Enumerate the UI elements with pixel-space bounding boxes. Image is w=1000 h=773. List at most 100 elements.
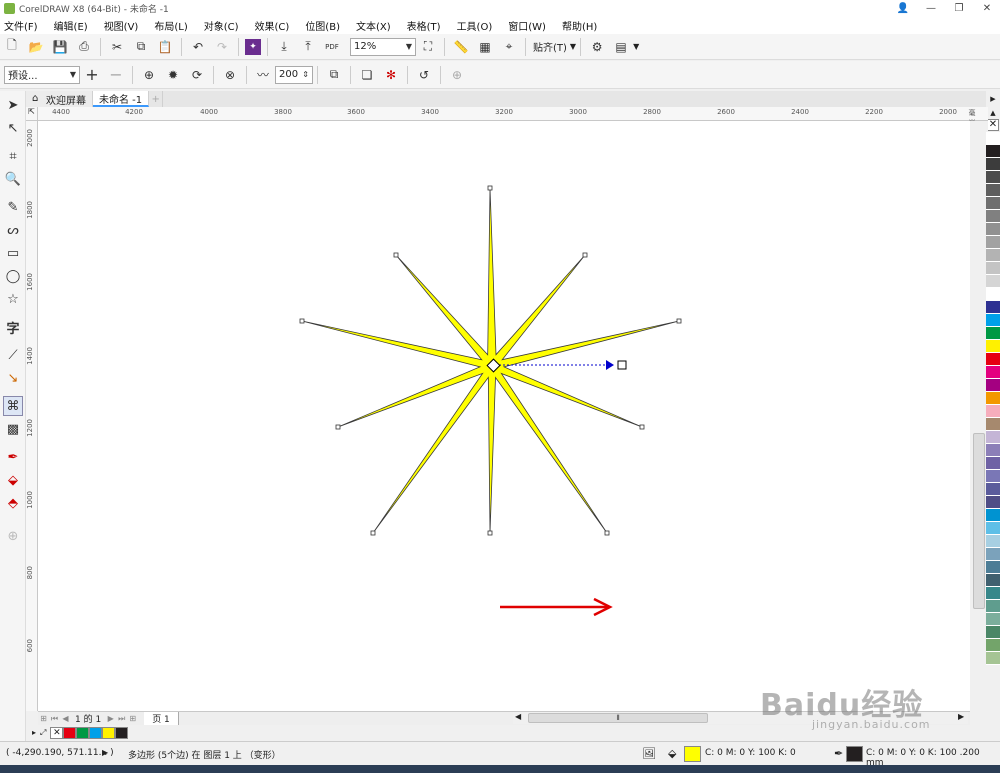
palette-swatch[interactable] [986, 626, 1000, 639]
node-handle[interactable] [299, 318, 305, 324]
palette-swatch[interactable] [986, 184, 1000, 197]
palette-swatch[interactable] [986, 197, 1000, 210]
node-handle[interactable] [370, 530, 376, 536]
eyedropper-icon[interactable]: ✒ [3, 447, 23, 467]
zoom-level-combo[interactable]: 12% ▼ [350, 37, 416, 56]
amplitude-spinner[interactable]: 200 ⇕ [275, 65, 313, 84]
palette-swatch[interactable] [986, 145, 1000, 158]
chevron-right-icon[interactable]: ▶ [102, 748, 108, 757]
document-palette-swatch[interactable] [115, 726, 129, 739]
palette-swatch[interactable] [986, 366, 1000, 379]
new-tab-button[interactable]: + [149, 91, 164, 107]
palette-swatch[interactable] [986, 509, 1000, 522]
palette-swatch[interactable] [986, 496, 1000, 509]
shape-tool-icon[interactable]: ↖ [3, 118, 23, 138]
crop-tool-icon[interactable]: ⌗ [3, 146, 23, 166]
star-tool-icon[interactable]: ☆ [3, 289, 23, 309]
quick-customize-icon[interactable]: ⊕ [447, 65, 467, 85]
paste-icon[interactable]: 📋 [155, 37, 175, 57]
palette-swatch[interactable] [986, 639, 1000, 652]
application-launcher-icon[interactable]: ▤ [611, 37, 631, 57]
drawing-canvas[interactable] [38, 121, 970, 711]
palette-swatch[interactable] [986, 353, 1000, 366]
horizontal-scroll-thumb[interactable]: ⦀ [528, 713, 708, 723]
palette-swatch[interactable] [986, 535, 1000, 548]
artistic-media-icon[interactable]: ᔕ [3, 220, 23, 240]
text-tool-icon[interactable]: 字 [3, 317, 23, 337]
palette-swatch[interactable] [986, 548, 1000, 561]
distort-tool-icon[interactable]: ⌘ [3, 396, 23, 416]
show-guidelines-icon[interactable]: ⌖ [499, 37, 519, 57]
publish-pdf-icon[interactable]: PDF [322, 37, 342, 57]
menu-help[interactable]: 帮助(H) [562, 18, 597, 33]
add-new-distortion-icon[interactable]: ⧉ [324, 65, 344, 85]
distortion-end-handle[interactable] [606, 360, 614, 370]
full-screen-icon[interactable]: ⛶ [418, 37, 438, 57]
palette-swatch[interactable] [986, 652, 1000, 665]
palette-swatch[interactable] [986, 236, 1000, 249]
node-handle[interactable] [676, 318, 682, 324]
palette-swatch[interactable] [986, 171, 1000, 184]
next-page-icon[interactable]: ▶ [105, 714, 116, 723]
restore-button[interactable]: ❐ [952, 2, 966, 14]
palette-swatch[interactable] [986, 301, 1000, 314]
zipper-distortion-icon[interactable]: ✹ [163, 65, 183, 85]
palette-swatch[interactable] [986, 379, 1000, 392]
pick-tool-icon[interactable]: ➤ [3, 95, 23, 115]
document-palette-swatch[interactable] [76, 726, 90, 739]
palette-swatch[interactable] [986, 444, 1000, 457]
zoom-tool-icon[interactable]: 🔍 [3, 169, 23, 189]
push-pull-distortion-icon[interactable]: ⊕ [139, 65, 159, 85]
palette-swatch[interactable] [986, 262, 1000, 275]
palette-swatch[interactable] [986, 457, 1000, 470]
cut-icon[interactable]: ✂ [107, 37, 127, 57]
open-folder-icon[interactable]: 📂 [26, 37, 46, 57]
vertical-scroll-thumb[interactable] [973, 433, 985, 609]
import-icon[interactable]: ⤓ [274, 37, 294, 57]
add-page-before-icon[interactable]: ⊞ [38, 714, 49, 723]
vertical-ruler[interactable]: 2000 1800 1600 1400 1200 1000 800 600 [26, 121, 38, 711]
parallel-dimension-icon[interactable]: ⟋ [3, 345, 23, 365]
preset-combo[interactable]: 预设... ▼ [4, 65, 80, 84]
node-handle[interactable] [393, 252, 399, 258]
chevron-down-icon[interactable]: ▼ [633, 42, 639, 51]
menu-effects[interactable]: 效果(C) [255, 18, 290, 33]
menu-bitmaps[interactable]: 位图(B) [305, 18, 340, 33]
palette-swatch[interactable] [986, 158, 1000, 171]
palette-swatch[interactable] [986, 275, 1000, 288]
palette-swatch[interactable] [986, 249, 1000, 262]
add-preset-icon[interactable]: + [82, 65, 102, 85]
print-icon[interactable]: ⎙ [74, 37, 94, 57]
node-handle[interactable] [639, 424, 645, 430]
distortion-amplitude-handle[interactable] [617, 360, 627, 370]
spinner-arrows-icon[interactable]: ⇕ [302, 70, 309, 79]
last-page-icon[interactable]: ⏭ [116, 714, 127, 724]
show-grid-icon[interactable]: ▦ [475, 37, 495, 57]
palette-swatch[interactable] [986, 522, 1000, 535]
ruler-origin[interactable]: ⇱ [26, 107, 38, 121]
options-gear-icon[interactable]: ⚙ [587, 37, 607, 57]
menu-view[interactable]: 视图(V) [104, 18, 139, 33]
smart-fill-icon[interactable]: ⬘ [3, 493, 23, 513]
palette-swatch[interactable] [986, 327, 1000, 340]
palette-swatch[interactable] [986, 574, 1000, 587]
tab-document[interactable]: 未命名 -1 [93, 91, 150, 107]
palette-swatch[interactable] [986, 561, 1000, 574]
chevron-right-icon[interactable]: ▶ [986, 95, 1000, 103]
copy-icon[interactable]: ⧉ [131, 37, 151, 57]
palette-swatch[interactable] [986, 470, 1000, 483]
menu-text[interactable]: 文本(X) [356, 18, 391, 33]
menu-tools[interactable]: 工具(O) [457, 18, 493, 33]
copy-distortion-icon[interactable]: ❏ [357, 65, 377, 85]
minimize-button[interactable]: — [924, 2, 938, 14]
palette-swatch[interactable] [986, 431, 1000, 444]
export-icon[interactable]: ⤒ [298, 37, 318, 57]
search-content-icon[interactable]: ✦ [245, 38, 261, 55]
palette-swatch[interactable] [986, 223, 1000, 236]
center-distortion-icon[interactable]: ⊗ [220, 65, 240, 85]
node-handle[interactable] [335, 424, 341, 430]
chevron-up-icon[interactable]: ▲ [986, 109, 1000, 117]
palette-swatch[interactable] [986, 392, 1000, 405]
show-rulers-icon[interactable]: 📏 [451, 37, 471, 57]
palette-swatch[interactable] [986, 613, 1000, 626]
